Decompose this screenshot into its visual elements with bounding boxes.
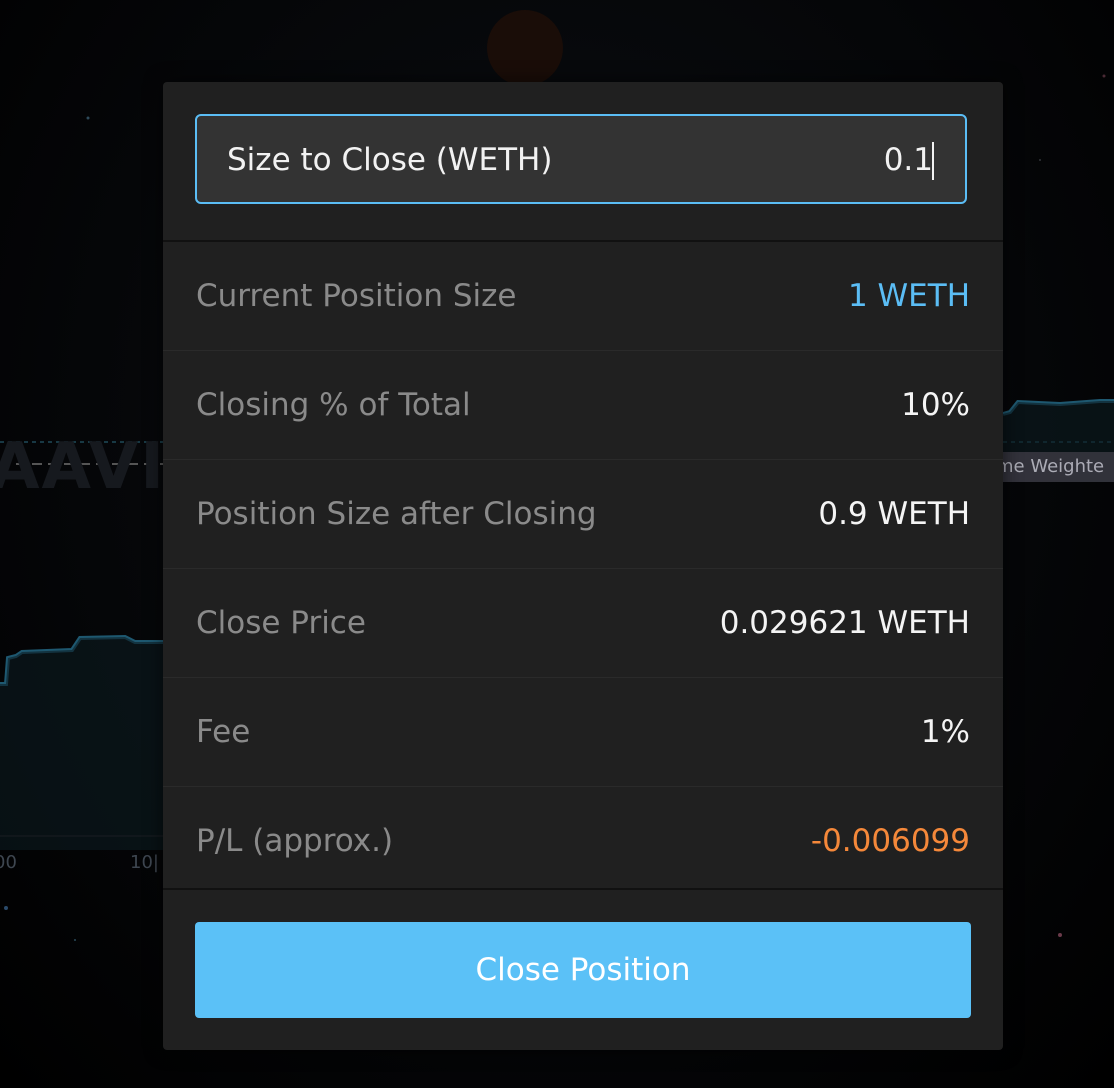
star-decoration	[1039, 159, 1041, 161]
x-tick-label: 10|	[130, 852, 159, 873]
x-tick-label: 00	[0, 852, 17, 873]
size-to-close-value[interactable]: 0.1	[884, 116, 933, 204]
detail-value: 0.029621 WETH	[719, 605, 970, 641]
price-series-area	[0, 637, 163, 850]
size-to-close-input[interactable]: Size to Close (WETH) 0.1	[195, 114, 967, 204]
detail-value: 1 WETH	[847, 278, 970, 314]
detail-label: Closing % of Total	[196, 387, 471, 423]
detail-value: 0.9 WETH	[818, 496, 970, 532]
close-position-button[interactable]: Close Position	[195, 922, 971, 1018]
detail-value: -0.006099	[810, 823, 970, 859]
chart-watermark: AAVI	[0, 430, 167, 504]
modal-footer: Close Position	[163, 888, 1003, 1050]
detail-label: Close Price	[196, 605, 366, 641]
detail-label: P/L (approx.)	[196, 823, 394, 859]
detail-value: 10%	[901, 387, 970, 423]
text-caret	[932, 142, 934, 180]
detail-value: 1%	[920, 714, 970, 750]
star-decoration	[74, 939, 76, 941]
legend-label: me Weighte	[1000, 452, 1114, 482]
star-decoration	[4, 906, 8, 910]
size-to-close-label: Size to Close (WETH)	[227, 142, 553, 178]
detail-row-fee: Fee 1%	[163, 678, 1003, 787]
star-decoration	[1058, 933, 1062, 937]
detail-row-close-price: Close Price 0.029621 WETH	[163, 569, 1003, 678]
detail-label: Current Position Size	[196, 278, 517, 314]
planet-decoration	[487, 10, 563, 86]
position-details: Current Position Size 1 WETH Closing % o…	[163, 242, 1003, 895]
detail-row-profit-loss: P/L (approx.) -0.006099	[163, 787, 1003, 895]
close-position-modal: Size to Close (WETH) 0.1 Current Positio…	[163, 82, 1003, 1050]
detail-row-position-size-after: Position Size after Closing 0.9 WETH	[163, 460, 1003, 569]
star-decoration	[1102, 74, 1106, 78]
size-input-section: Size to Close (WETH) 0.1	[163, 82, 1003, 242]
star-decoration	[86, 116, 90, 120]
detail-label: Fee	[196, 714, 251, 750]
detail-label: Position Size after Closing	[196, 496, 597, 532]
detail-row-closing-percent: Closing % of Total 10%	[163, 351, 1003, 460]
detail-row-current-position-size: Current Position Size 1 WETH	[163, 242, 1003, 351]
price-series-area	[1003, 401, 1114, 452]
